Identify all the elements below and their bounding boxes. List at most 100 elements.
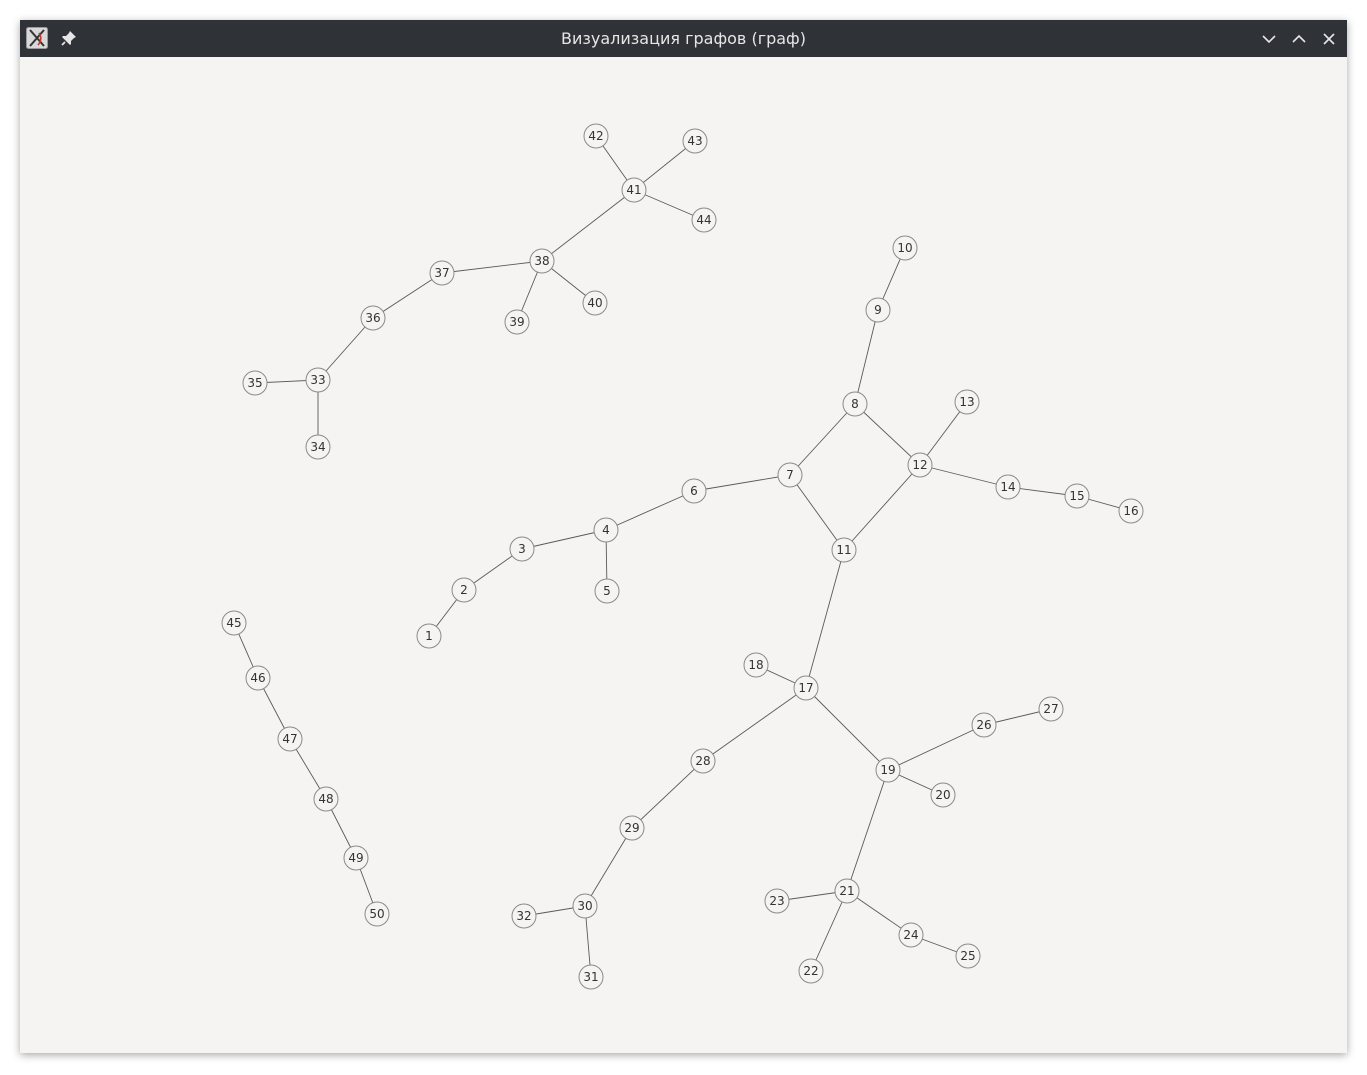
node-label: 15 xyxy=(1069,489,1084,503)
node-label: 31 xyxy=(583,970,598,984)
graph-node[interactable]: 19 xyxy=(875,757,901,783)
graph-node[interactable]: 21 xyxy=(834,878,860,904)
node-label: 11 xyxy=(836,543,851,557)
close-icon[interactable] xyxy=(1318,28,1340,50)
graph-node[interactable]: 34 xyxy=(305,434,331,460)
graph-node[interactable]: 4 xyxy=(593,517,619,543)
chevron-up-icon[interactable] xyxy=(1288,28,1310,50)
graph-edge xyxy=(919,464,1009,488)
graph-node[interactable]: 43 xyxy=(682,128,708,154)
node-label: 39 xyxy=(509,315,524,329)
graph-node[interactable]: 42 xyxy=(583,123,609,149)
graph-node[interactable]: 15 xyxy=(1064,483,1090,509)
node-label: 26 xyxy=(976,718,991,732)
graph-edge xyxy=(541,189,635,262)
node-label: 46 xyxy=(250,671,265,685)
graph-node[interactable]: 23 xyxy=(764,888,790,914)
node-label: 29 xyxy=(624,821,639,835)
graph-node[interactable]: 37 xyxy=(429,260,455,286)
graph-node[interactable]: 3 xyxy=(509,536,535,562)
node-label: 35 xyxy=(247,376,262,390)
node-label: 4 xyxy=(602,523,610,537)
graph-edge xyxy=(805,549,845,689)
graph-edge xyxy=(854,403,921,466)
graph-node[interactable]: 12 xyxy=(907,452,933,478)
node-label: 49 xyxy=(348,851,363,865)
graph-node[interactable]: 22 xyxy=(798,958,824,984)
node-label: 37 xyxy=(434,266,449,280)
graph-edge xyxy=(584,827,633,907)
graph-node[interactable]: 49 xyxy=(343,845,369,871)
graph-node[interactable]: 7 xyxy=(777,462,803,488)
node-label: 23 xyxy=(769,894,784,908)
graph-node[interactable]: 20 xyxy=(930,782,956,808)
graph-node[interactable]: 5 xyxy=(594,578,620,604)
graph-edge xyxy=(843,464,921,551)
node-label: 14 xyxy=(1000,480,1015,494)
graph-node[interactable]: 48 xyxy=(313,786,339,812)
graph-node[interactable]: 9 xyxy=(865,297,891,323)
graph-node[interactable]: 39 xyxy=(504,309,530,335)
pin-icon[interactable] xyxy=(60,29,78,47)
graph-node[interactable]: 11 xyxy=(831,537,857,563)
node-label: 36 xyxy=(365,311,380,325)
graph-edge xyxy=(702,687,807,762)
graph-edge xyxy=(521,529,607,550)
graph-node[interactable]: 32 xyxy=(511,903,537,929)
graph-canvas[interactable]: 1234567891011121314151617181920212223242… xyxy=(20,57,1347,1053)
graph-node[interactable]: 28 xyxy=(690,748,716,774)
graph-node[interactable]: 40 xyxy=(582,290,608,316)
node-label: 1 xyxy=(425,629,433,643)
graph-node[interactable]: 31 xyxy=(578,964,604,990)
graph-node[interactable]: 24 xyxy=(898,922,924,948)
node-label: 6 xyxy=(690,484,698,498)
node-label: 16 xyxy=(1123,504,1138,518)
graph-node[interactable]: 41 xyxy=(621,177,647,203)
node-label: 42 xyxy=(588,129,603,143)
graph-node[interactable]: 1 xyxy=(416,623,442,649)
node-label: 50 xyxy=(369,907,384,921)
graph-node[interactable]: 46 xyxy=(245,665,271,691)
graph-node[interactable]: 29 xyxy=(619,815,645,841)
graph-node[interactable]: 10 xyxy=(892,235,918,261)
app-window: Визуализация графов (граф) 1 2 3 4 5 6 7 8 9 10 11… xyxy=(20,20,1347,1053)
graph-node[interactable]: 45 xyxy=(221,610,247,636)
graph-node[interactable]: 33 xyxy=(305,367,331,393)
graph-node[interactable]: 44 xyxy=(691,207,717,233)
graph-node[interactable]: 38 xyxy=(529,248,555,274)
node-label: 10 xyxy=(897,241,912,255)
node-label: 43 xyxy=(687,134,702,148)
graph-node[interactable]: 18 xyxy=(743,652,769,678)
node-label: 21 xyxy=(839,884,854,898)
graph-node[interactable]: 2 xyxy=(451,577,477,603)
node-label: 24 xyxy=(903,928,918,942)
node-label: 33 xyxy=(310,373,325,387)
graph-edge xyxy=(805,687,889,771)
graph-node[interactable]: 6 xyxy=(681,478,707,504)
node-label: 17 xyxy=(798,681,813,695)
graph-node[interactable]: 47 xyxy=(277,726,303,752)
node-label: 32 xyxy=(516,909,531,923)
graph-edge xyxy=(441,260,543,274)
app-logo-icon[interactable] xyxy=(26,27,48,49)
node-label: 48 xyxy=(318,792,333,806)
graph-node[interactable]: 13 xyxy=(954,389,980,415)
title-bar[interactable]: Визуализация графов (граф) xyxy=(20,20,1347,57)
graph-edge xyxy=(693,474,791,492)
graph-node[interactable]: 26 xyxy=(971,712,997,738)
node-label: 45 xyxy=(226,616,241,630)
graph-node[interactable]: 8 xyxy=(842,391,868,417)
graph-node[interactable]: 50 xyxy=(364,901,390,927)
node-label: 30 xyxy=(577,899,592,913)
node-label: 40 xyxy=(587,296,602,310)
graph-node[interactable]: 16 xyxy=(1118,498,1144,524)
chevron-down-icon[interactable] xyxy=(1258,28,1280,50)
graph-edge xyxy=(789,403,856,476)
graph-node[interactable]: 25 xyxy=(955,943,981,969)
graph-node[interactable]: 27 xyxy=(1038,696,1064,722)
graph-node[interactable]: 36 xyxy=(360,305,386,331)
graph-node[interactable]: 17 xyxy=(793,675,819,701)
graph-node[interactable]: 30 xyxy=(572,893,598,919)
graph-node[interactable]: 14 xyxy=(995,474,1021,500)
graph-node[interactable]: 35 xyxy=(242,370,268,396)
